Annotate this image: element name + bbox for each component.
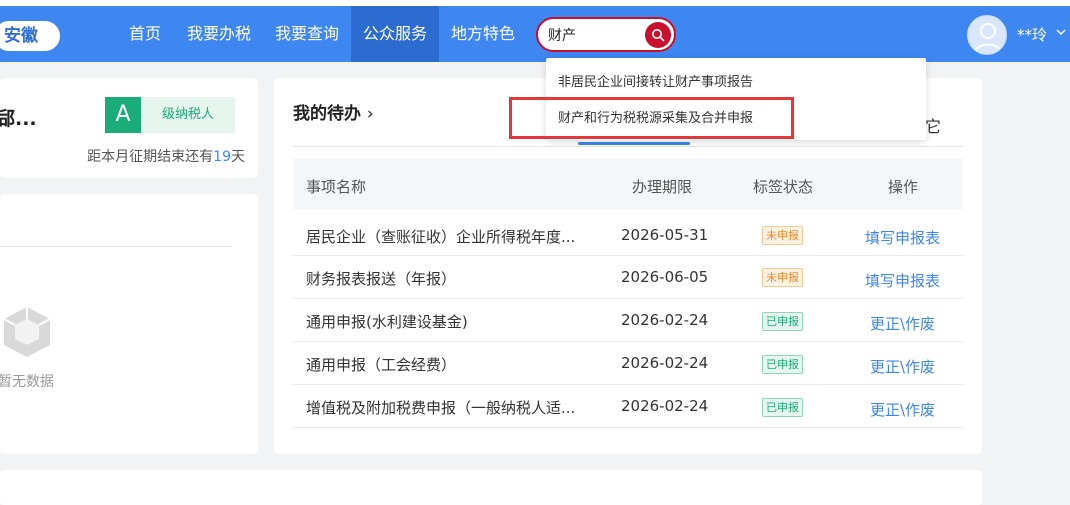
bottom-card <box>0 470 982 505</box>
search-input[interactable] <box>548 25 638 45</box>
suggestion-item[interactable]: 非居民企业间接转让财产事项报告 <box>558 71 753 90</box>
row-name: 居民企业（查账征收）企业所得税年度... <box>306 228 576 246</box>
row-action-link[interactable]: 填写申报表 <box>865 227 940 248</box>
row-name: 财务报表报送（年报） <box>306 270 457 288</box>
table-header <box>293 158 963 210</box>
row-deadline: 2026-02-24 <box>621 397 709 415</box>
chevron-down-icon[interactable] <box>1055 28 1067 36</box>
row-name: 增值税及附加税费申报（一般纳税人适... <box>306 399 576 417</box>
row-divider <box>293 384 963 385</box>
status-badge: 未申报 <box>762 268 803 287</box>
nav-query[interactable]: 我要查询 <box>268 6 346 62</box>
todo-title-text: 我的待办 <box>293 104 361 124</box>
deadline-days: 19 <box>213 149 231 165</box>
col-item-name: 事项名称 <box>306 178 367 196</box>
deadline-prefix: 距本月征期结束还有 <box>87 149 214 165</box>
search-button[interactable] <box>645 22 671 48</box>
row-deadline: 2026-02-24 <box>621 354 709 372</box>
chevron-right-icon: › <box>366 104 374 124</box>
row-divider <box>293 427 963 428</box>
status-badge: 未申报 <box>762 226 803 245</box>
row-name: 通用申报(水利建设基金) <box>306 313 468 331</box>
deadline-suffix: 天 <box>231 149 245 165</box>
user-icon <box>974 23 1002 53</box>
divider <box>0 246 232 247</box>
row-action-link[interactable]: 更正\作废 <box>870 313 935 334</box>
tab-other[interactable]: 它 <box>925 113 941 137</box>
highlight-box <box>509 97 794 139</box>
status-badge: 已申报 <box>762 312 803 331</box>
row-deadline: 2026-05-31 <box>621 226 709 244</box>
todo-title[interactable]: 我的待办 › <box>293 99 374 124</box>
row-name: 通用申报（工会经费） <box>306 356 457 374</box>
col-action: 操作 <box>888 178 919 196</box>
tab-divider <box>293 146 963 147</box>
row-deadline: 2026-06-05 <box>621 268 709 286</box>
row-action-link[interactable]: 更正\作废 <box>870 399 935 420</box>
user-avatar[interactable] <box>967 15 1007 55</box>
status-badge: 已申报 <box>762 398 803 417</box>
row-divider <box>293 298 963 299</box>
deadline-countdown: 距本月征期结束还有19天 <box>87 146 245 166</box>
tab-active-indicator <box>578 142 690 145</box>
row-deadline: 2026-02-24 <box>621 311 709 329</box>
nav-local-features[interactable]: 地方特色 <box>444 6 522 62</box>
col-status: 标签状态 <box>753 178 814 196</box>
company-name: 郈... <box>0 108 37 130</box>
search-box <box>536 17 676 52</box>
empty-box-icon <box>3 307 51 357</box>
nav-tax-handling[interactable]: 我要办税 <box>180 6 258 62</box>
credit-grade: A <box>105 97 141 133</box>
nav-home[interactable]: 首页 <box>118 6 172 62</box>
row-divider <box>293 255 963 256</box>
row-action-link[interactable]: 更正\作废 <box>870 356 935 377</box>
empty-text: 暂无数据 <box>0 374 54 390</box>
region-selector[interactable]: 安徽 <box>0 21 60 51</box>
username[interactable]: **玲 <box>1017 24 1047 45</box>
credit-grade-label: 级纳税人 <box>141 97 235 133</box>
status-badge: 已申报 <box>762 355 803 374</box>
row-divider <box>293 341 963 342</box>
col-deadline: 办理期限 <box>632 178 693 196</box>
row-action-link[interactable]: 填写申报表 <box>865 270 940 291</box>
search-icon <box>652 29 665 42</box>
nav-public-service[interactable]: 公众服务 <box>351 6 439 62</box>
